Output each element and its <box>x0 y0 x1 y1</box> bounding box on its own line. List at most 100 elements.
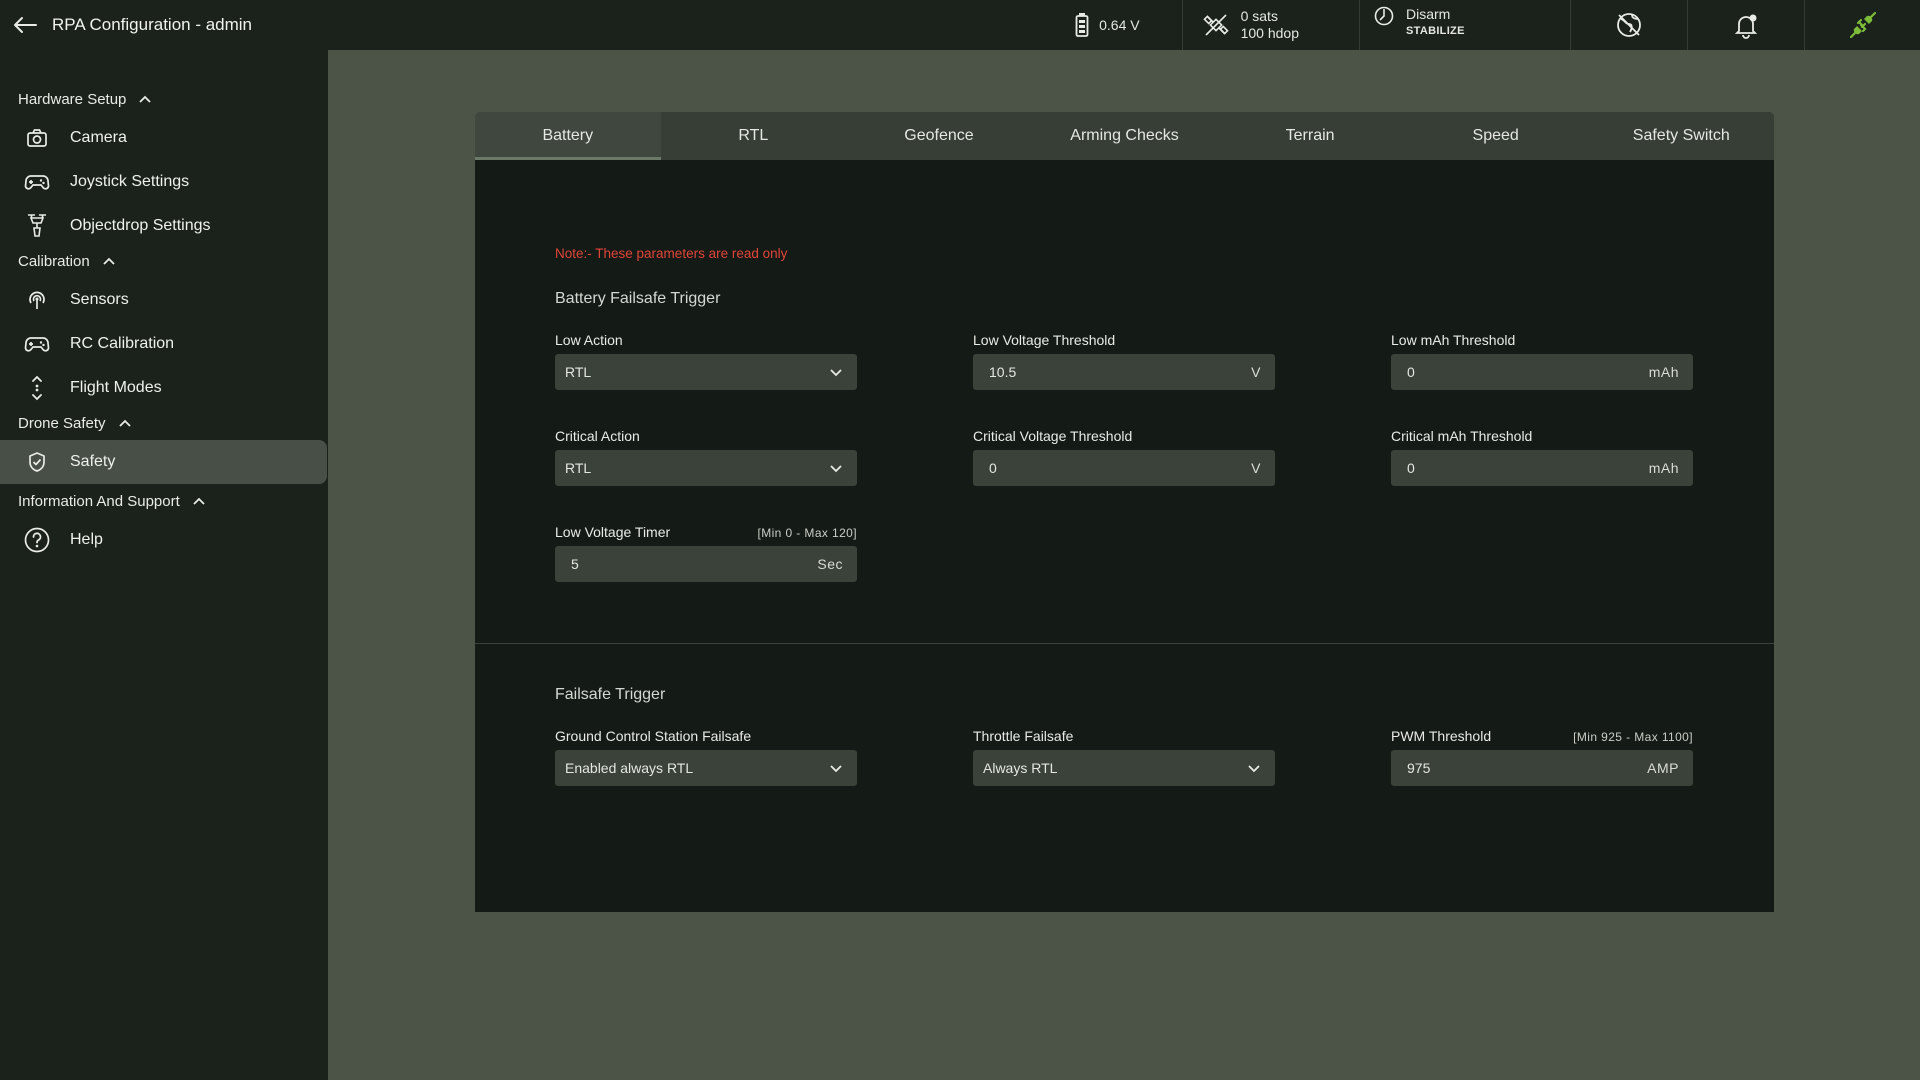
field-label: Low Action <box>555 332 623 348</box>
globe-off-icon <box>1617 13 1641 37</box>
sidebar-item-label: Safety <box>70 453 116 470</box>
sidebar-item-help[interactable]: Help <box>0 518 327 562</box>
notifications-button[interactable] <box>1687 0 1804 50</box>
tab-bar: Battery RTL Geofence Arming Checks Terra… <box>475 112 1774 160</box>
tab-safety-switch[interactable]: Safety Switch <box>1588 112 1774 160</box>
sidebar-item-joystick-settings[interactable]: Joystick Settings <box>0 160 327 204</box>
bell-icon <box>1734 14 1758 39</box>
chevron-down-icon <box>830 465 842 473</box>
group-information-and-support[interactable]: Information And Support <box>0 488 328 514</box>
input-value: 10.5 <box>989 364 1017 380</box>
tab-battery[interactable]: Battery <box>475 112 661 160</box>
unit-label: Sec <box>817 556 843 572</box>
select-value: Always RTL <box>983 760 1058 776</box>
arm-state: Disarm <box>1406 6 1451 22</box>
pwm-threshold-input[interactable]: 975 AMP <box>1391 750 1693 786</box>
chevron-down-icon <box>830 369 842 377</box>
input-value: 0 <box>1407 460 1415 476</box>
connection-button[interactable] <box>1804 0 1920 50</box>
battery-failsafe-section: Note:- These parameters are read only Ba… <box>475 160 1774 644</box>
sensor-signal-icon <box>29 291 45 309</box>
field-label: Low Voltage Timer <box>555 524 671 540</box>
low-mah-threshold-field: Low mAh Threshold 0 mAh <box>1391 330 1693 390</box>
sidebar-item-camera[interactable]: Camera <box>0 116 327 160</box>
top-bar: RPA Configuration - admin 0.64 V 0 sats … <box>0 0 1920 50</box>
tab-terrain[interactable]: Terrain <box>1217 112 1403 160</box>
sidebar-item-sensors[interactable]: Sensors <box>0 278 327 322</box>
input-value: 0 <box>989 460 997 476</box>
field-label: Throttle Failsafe <box>973 728 1074 744</box>
throttle-failsafe-field: Throttle Failsafe Always RTL <box>973 726 1275 786</box>
group-calibration[interactable]: Calibration <box>0 248 328 274</box>
input-value: 5 <box>571 556 579 572</box>
shield-check-icon <box>29 452 45 472</box>
field-label: Ground Control Station Failsafe <box>555 728 752 744</box>
group-hardware-setup[interactable]: Hardware Setup <box>0 86 328 112</box>
field-label: Critical Action <box>555 428 640 444</box>
help-circle-icon <box>24 527 50 553</box>
pwm-threshold-field: PWM Threshold [Min 925 - Max 1100] 975 A… <box>1391 726 1693 786</box>
tab-geofence[interactable]: Geofence <box>846 112 1032 160</box>
throttle-failsafe-select[interactable]: Always RTL <box>973 750 1275 786</box>
failsafe-trigger-section: Failsafe Trigger Ground Control Station … <box>475 644 1774 912</box>
sidebar-item-label: Camera <box>70 129 127 146</box>
section-title: Failsafe Trigger <box>555 686 666 703</box>
arm-status[interactable]: Disarm STABILIZE <box>1359 0 1570 50</box>
drone-drop-icon <box>28 214 46 237</box>
battery-voltage: 0.64 V <box>1099 17 1140 33</box>
group-label: Drone Safety <box>18 414 106 432</box>
field-label: Critical Voltage Threshold <box>973 428 1133 444</box>
critical-mah-threshold-input[interactable]: 0 mAh <box>1391 450 1693 486</box>
gcs-failsafe-select[interactable]: Enabled always RTL <box>555 750 857 786</box>
chevron-up-icon <box>139 95 152 103</box>
sidebar-item-flight-modes[interactable]: Flight Modes <box>0 366 327 410</box>
sidebar-item-label: Objectdrop Settings <box>70 217 211 234</box>
battery-status: 0.64 V <box>1055 0 1181 50</box>
sidebar-item-label: Joystick Settings <box>70 173 190 190</box>
controller-icon <box>24 337 50 352</box>
gps-hdop: 100 hdop <box>1240 25 1299 41</box>
chevron-up-icon <box>193 497 205 505</box>
sidebar-item-safety[interactable]: Safety <box>0 440 327 484</box>
unit-label: AMP <box>1647 760 1679 776</box>
field-label: Low mAh Threshold <box>1391 332 1516 348</box>
sidebar-item-label: Help <box>70 531 103 548</box>
tab-arming-checks[interactable]: Arming Checks <box>1032 112 1218 160</box>
range-hint: [Min 0 - Max 120] <box>757 526 857 540</box>
chevron-down-icon <box>830 765 842 773</box>
low-voltage-threshold-field: Low Voltage Threshold 10.5 V <box>973 330 1275 390</box>
select-value: RTL <box>565 460 592 476</box>
sidebar: Hardware Setup Camera Joystick Settings … <box>0 50 328 1080</box>
map-off-button[interactable] <box>1570 0 1687 50</box>
battery-icon <box>1075 13 1089 37</box>
critical-voltage-threshold-field: Critical Voltage Threshold 0 V <box>973 426 1275 486</box>
field-label: PWM Threshold <box>1391 728 1492 744</box>
group-label: Calibration <box>18 252 90 270</box>
read-only-note: Note:- These parameters are read only <box>555 246 788 261</box>
low-mah-threshold-input[interactable]: 0 mAh <box>1391 354 1693 390</box>
low-action-field: Low Action RTL <box>555 330 857 390</box>
disarm-icon <box>1374 6 1394 26</box>
low-voltage-timer-input[interactable]: 5 Sec <box>555 546 857 582</box>
input-value: 0 <box>1407 364 1415 380</box>
group-drone-safety[interactable]: Drone Safety <box>0 410 328 436</box>
field-label: Critical mAh Threshold <box>1391 428 1533 444</box>
plug-connected-icon <box>1849 11 1876 39</box>
sidebar-item-objectdrop-settings[interactable]: Objectdrop Settings <box>0 204 327 248</box>
critical-action-select[interactable]: RTL <box>555 450 857 486</box>
critical-mah-threshold-field: Critical mAh Threshold 0 mAh <box>1391 426 1693 486</box>
tab-rtl[interactable]: RTL <box>661 112 847 160</box>
low-voltage-threshold-input[interactable]: 10.5 V <box>973 354 1275 390</box>
low-voltage-timer-field: Low Voltage Timer [Min 0 - Max 120] 5 Se… <box>555 522 857 582</box>
camera-icon <box>27 129 47 147</box>
group-label: Hardware Setup <box>18 90 127 108</box>
sidebar-item-label: RC Calibration <box>70 335 175 352</box>
back-button[interactable] <box>0 0 50 50</box>
low-action-select[interactable]: RTL <box>555 354 857 390</box>
input-value: 975 <box>1407 760 1431 776</box>
tab-speed[interactable]: Speed <box>1403 112 1589 160</box>
range-hint: [Min 925 - Max 1100] <box>1573 730 1693 744</box>
critical-voltage-threshold-input[interactable]: 0 V <box>973 450 1275 486</box>
sidebar-item-rc-calibration[interactable]: RC Calibration <box>0 322 327 366</box>
sidebar-item-label: Flight Modes <box>70 379 162 396</box>
